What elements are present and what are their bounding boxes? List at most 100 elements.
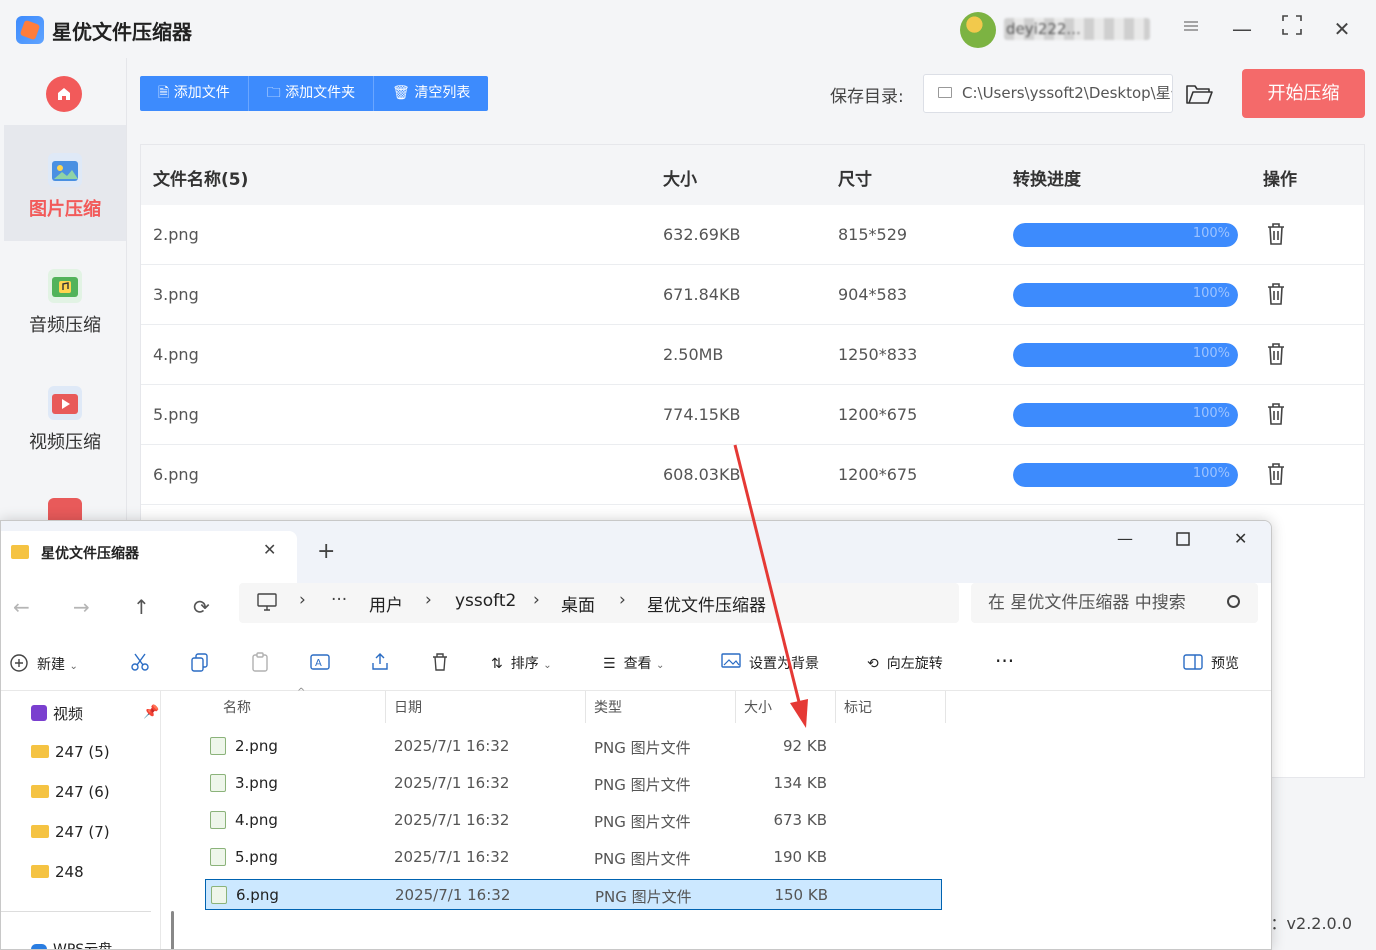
new-button[interactable]: 新建 ⌄ bbox=[9, 653, 78, 677]
table-row[interactable]: 6.png 608.03KB 1200*675 100% bbox=[141, 445, 1364, 505]
file-list-row[interactable]: 3.png 2025/7/1 16:32 PNG 图片文件 134 KB bbox=[205, 768, 942, 799]
rotate-left-button[interactable]: ⟲ 向左旋转 bbox=[867, 653, 943, 673]
rename-icon[interactable]: A bbox=[309, 651, 331, 673]
delete-row-icon[interactable] bbox=[1265, 282, 1287, 306]
computer-icon bbox=[257, 593, 277, 615]
share-icon[interactable] bbox=[369, 651, 391, 673]
username[interactable]: deyi222... bbox=[1004, 18, 1150, 40]
explorer-search-input[interactable]: 在 星优文件压缩器 中搜索 bbox=[971, 583, 1258, 623]
chevron-down-icon: ⌄ bbox=[543, 660, 552, 671]
file-type: PNG 图片文件 bbox=[594, 739, 691, 757]
more-options-icon[interactable]: ··· bbox=[995, 649, 1014, 673]
nav-item-wps-cloud[interactable]: WPS云盘 bbox=[31, 939, 112, 949]
table-row[interactable]: 4.png 2.50MB 1250*833 100% bbox=[141, 325, 1364, 385]
file-list-row[interactable]: 5.png 2025/7/1 16:32 PNG 图片文件 190 KB bbox=[205, 842, 942, 873]
column-separator[interactable] bbox=[945, 691, 946, 723]
view-lines-icon: ☰ bbox=[603, 656, 616, 672]
folder-icon: 🗀 bbox=[266, 85, 286, 101]
add-file-button[interactable]: 🗎 添加文件 bbox=[140, 76, 249, 111]
save-dir-input[interactable]: C:\Users\yssoft2\Desktop\星优文件压缩器 bbox=[923, 74, 1173, 113]
col-progress: 转换进度 bbox=[1013, 170, 1081, 190]
image-compress-icon bbox=[48, 153, 82, 187]
file-name: 3.png bbox=[153, 285, 199, 304]
minimize-button[interactable]: — bbox=[1227, 14, 1257, 44]
png-file-icon bbox=[210, 811, 226, 829]
address-bar[interactable]: › ··· 用户 › yssoft2 › 桌面 › 星优文件压缩器 bbox=[239, 583, 959, 623]
nav-item-label: 247 (7) bbox=[55, 823, 110, 841]
delete-row-icon[interactable] bbox=[1265, 462, 1287, 486]
search-placeholder: 在 星优文件压缩器 中搜索 bbox=[988, 593, 1186, 613]
explorer-close-button[interactable]: ✕ bbox=[1234, 529, 1247, 548]
explorer-tab[interactable]: 星优文件压缩器 ✕ bbox=[1, 531, 297, 583]
sidebar-item-audio[interactable]: 音频压缩 bbox=[4, 241, 126, 357]
preview-button[interactable]: 预览 bbox=[1183, 653, 1239, 674]
delete-row-icon[interactable] bbox=[1265, 222, 1287, 246]
tab-close-icon[interactable]: ✕ bbox=[263, 540, 276, 559]
nav-item-folder[interactable]: 247 (6) bbox=[31, 783, 110, 801]
forward-arrow-icon[interactable]: → bbox=[73, 595, 90, 619]
settings-icon[interactable] bbox=[1176, 14, 1206, 44]
add-folder-label: 添加文件夹 bbox=[285, 85, 356, 101]
refresh-icon[interactable]: ⟳ bbox=[193, 595, 210, 619]
file-list-row[interactable]: 4.png 2025/7/1 16:32 PNG 图片文件 673 KB bbox=[205, 805, 942, 836]
browse-folder-icon[interactable] bbox=[1185, 81, 1213, 107]
sidebar-item-image[interactable]: 图片压缩 bbox=[4, 125, 126, 241]
cut-icon[interactable] bbox=[129, 651, 151, 673]
home-button[interactable] bbox=[46, 76, 82, 112]
nav-item-folder[interactable]: 247 (5) bbox=[31, 743, 110, 761]
user-avatar[interactable] bbox=[960, 12, 996, 48]
clear-list-button[interactable]: 🗑 清空列表 bbox=[374, 76, 488, 111]
file-name: 2.png bbox=[235, 737, 278, 755]
pin-icon[interactable]: 📌 bbox=[143, 705, 159, 720]
file-type: PNG 图片文件 bbox=[594, 813, 691, 831]
delete-icon[interactable] bbox=[429, 651, 451, 673]
table-row[interactable]: 2.png 632.69KB 815*529 100% bbox=[141, 205, 1364, 265]
column-separator[interactable] bbox=[385, 691, 386, 723]
trash-icon: 🗑 bbox=[392, 85, 415, 101]
column-separator[interactable] bbox=[835, 691, 836, 723]
add-folder-button[interactable]: 🗀 添加文件夹 bbox=[249, 76, 375, 111]
nav-item-folder[interactable]: 247 (7) bbox=[31, 823, 110, 841]
pdf-compress-icon[interactable] bbox=[48, 498, 82, 522]
col-header-date[interactable]: 日期 bbox=[394, 697, 422, 717]
copy-icon[interactable] bbox=[189, 651, 211, 673]
breadcrumb-desktop[interactable]: 桌面 bbox=[561, 591, 595, 616]
nav-item-videos[interactable]: 视频 bbox=[31, 703, 83, 724]
nav-scrollbar[interactable] bbox=[171, 911, 174, 949]
col-header-type[interactable]: 类型 bbox=[594, 697, 622, 717]
paste-icon[interactable] bbox=[249, 651, 271, 673]
file-icon: 🗎 bbox=[158, 85, 174, 101]
column-separator[interactable] bbox=[735, 691, 736, 723]
sidebar-item-video[interactable]: 视频压缩 bbox=[4, 358, 126, 474]
nav-item-folder[interactable]: 248 bbox=[31, 863, 84, 881]
table-row[interactable]: 3.png 671.84KB 904*583 100% bbox=[141, 265, 1364, 325]
back-arrow-icon[interactable]: ← bbox=[13, 595, 30, 619]
sort-button[interactable]: ⇅ 排序 ⌄ bbox=[491, 653, 552, 673]
new-tab-button[interactable]: + bbox=[317, 539, 335, 564]
nav-item-label: 视频 bbox=[53, 705, 84, 723]
close-button[interactable]: ✕ bbox=[1327, 14, 1357, 44]
view-button[interactable]: ☰ 查看 ⌄ bbox=[603, 653, 664, 673]
breadcrumb-current-folder[interactable]: 星优文件压缩器 bbox=[647, 591, 766, 616]
file-list-row[interactable]: 6.png 2025/7/1 16:32 PNG 图片文件 150 KB bbox=[205, 879, 942, 910]
delete-row-icon[interactable] bbox=[1265, 342, 1287, 366]
breadcrumb-yssoft2[interactable]: yssoft2 bbox=[455, 591, 516, 611]
explorer-nav-bar: ← → ↑ ⟳ › ··· 用户 › yssoft2 › 桌面 › 星优文件压缩… bbox=[1, 583, 1271, 635]
more-crumbs-icon[interactable]: ··· bbox=[331, 590, 347, 610]
col-header-name[interactable]: 名称 bbox=[223, 697, 251, 717]
explorer-maximize-button[interactable] bbox=[1176, 531, 1190, 550]
file-list-row[interactable]: 2.png 2025/7/1 16:32 PNG 图片文件 92 KB bbox=[205, 731, 942, 762]
delete-row-icon[interactable] bbox=[1265, 402, 1287, 426]
start-compress-button[interactable]: 开始压缩 bbox=[1242, 69, 1365, 118]
col-header-size[interactable]: 大小 bbox=[744, 697, 772, 717]
breadcrumb-users[interactable]: 用户 bbox=[369, 591, 403, 616]
set-background-button[interactable]: 设置为背景 bbox=[721, 653, 819, 675]
sort-label: 排序 bbox=[510, 656, 539, 672]
column-separator[interactable] bbox=[585, 691, 586, 723]
explorer-minimize-button[interactable]: — bbox=[1117, 529, 1133, 548]
col-header-tag[interactable]: 标记 bbox=[844, 697, 872, 717]
file-size: 190 KB bbox=[773, 848, 827, 866]
up-arrow-icon[interactable]: ↑ bbox=[133, 595, 150, 619]
maximize-button[interactable] bbox=[1277, 14, 1307, 44]
table-row[interactable]: 5.png 774.15KB 1200*675 100% bbox=[141, 385, 1364, 445]
